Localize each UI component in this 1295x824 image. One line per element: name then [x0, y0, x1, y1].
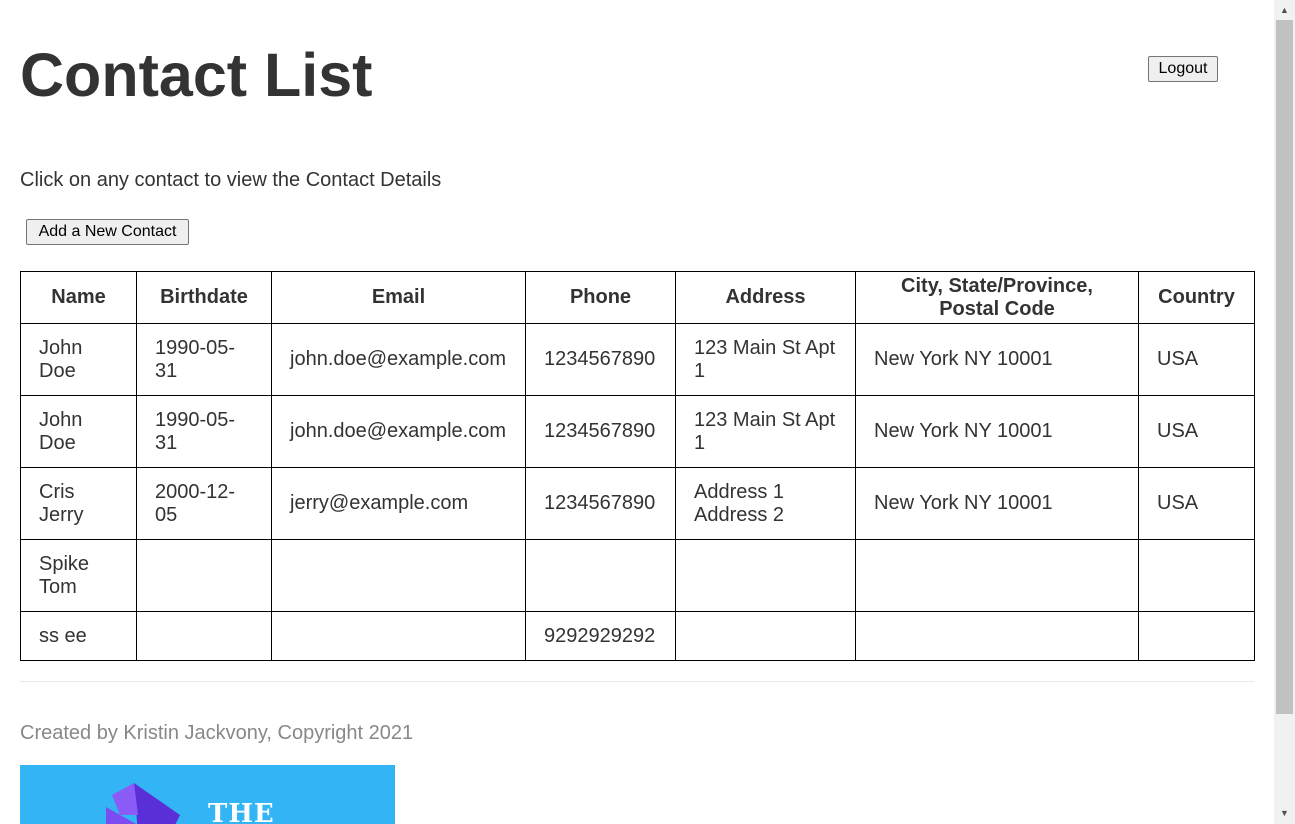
- cell-phone: [525, 539, 676, 612]
- cell-email: [271, 611, 526, 661]
- cell-phone: 1234567890: [525, 467, 676, 540]
- cell-birthdate: 1990-05-31: [136, 323, 272, 396]
- page-title: Contact List: [20, 41, 373, 109]
- cell-email: john.doe@example.com: [271, 395, 526, 468]
- page: Contact List Logout Click on any contact…: [0, 0, 1274, 824]
- logout-button[interactable]: Logout: [1148, 56, 1218, 82]
- footer-divider: [20, 681, 1254, 682]
- cell-country: USA: [1138, 467, 1255, 540]
- header-address: Address: [675, 271, 856, 324]
- cell-address: [675, 611, 856, 661]
- footer-banner: The: [20, 765, 395, 824]
- cell-city-state-postal: [855, 539, 1139, 612]
- cell-name: ss ee: [20, 611, 137, 661]
- header-email: Email: [271, 271, 526, 324]
- vertical-scrollbar[interactable]: ▲ ▼: [1274, 0, 1295, 824]
- instruction-text: Click on any contact to view the Contact…: [20, 169, 442, 191]
- cell-country: USA: [1138, 395, 1255, 468]
- cell-birthdate: 1990-05-31: [136, 395, 272, 468]
- header-phone: Phone: [525, 271, 676, 324]
- scrollbar-thumb[interactable]: [1276, 20, 1293, 714]
- cell-name: John Doe: [20, 395, 137, 468]
- cell-name: Cris Jerry: [20, 467, 137, 540]
- add-contact-button[interactable]: Add a New Contact: [26, 219, 189, 245]
- cell-email: john.doe@example.com: [271, 323, 526, 396]
- cell-name: Spike Tom: [20, 539, 137, 612]
- triangle-up-icon[interactable]: ▲: [1274, 2, 1295, 19]
- triangle-down-icon[interactable]: ▼: [1274, 805, 1295, 822]
- cell-phone: 9292929292: [525, 611, 676, 661]
- cell-birthdate: [136, 539, 272, 612]
- cell-country: [1138, 611, 1255, 661]
- table-row[interactable]: John Doe 1990-05-31 john.doe@example.com…: [20, 395, 1255, 468]
- table-row[interactable]: Cris Jerry 2000-12-05 jerry@example.com …: [20, 467, 1255, 540]
- header-name: Name: [20, 271, 137, 324]
- cell-email: jerry@example.com: [271, 467, 526, 540]
- cell-city-state-postal: New York NY 10001: [855, 395, 1139, 468]
- cell-city-state-postal: New York NY 10001: [855, 467, 1139, 540]
- header-country: Country: [1138, 271, 1255, 324]
- header-city-state-postal: City, State/Province, Postal Code: [855, 271, 1139, 324]
- table-row[interactable]: Spike Tom: [20, 539, 1255, 612]
- cell-address: 123 Main St Apt 1: [675, 323, 856, 396]
- footer-copyright: Created by Kristin Jackvony, Copyright 2…: [20, 722, 414, 744]
- cell-phone: 1234567890: [525, 323, 676, 396]
- cell-address: 123 Main St Apt 1: [675, 395, 856, 468]
- cell-address: [675, 539, 856, 612]
- table-row[interactable]: John Doe 1990-05-31 john.doe@example.com…: [20, 323, 1255, 396]
- cell-phone: 1234567890: [525, 395, 676, 468]
- cell-country: USA: [1138, 323, 1255, 396]
- cell-city-state-postal: [855, 611, 1139, 661]
- contact-table: Name Birthdate Email Phone Address City,…: [20, 271, 1255, 661]
- cell-name: John Doe: [20, 323, 137, 396]
- cell-birthdate: [136, 611, 272, 661]
- cell-birthdate: 2000-12-05: [136, 467, 272, 540]
- header-birthdate: Birthdate: [136, 271, 272, 324]
- table-header-row: Name Birthdate Email Phone Address City,…: [20, 271, 1255, 324]
- cell-city-state-postal: New York NY 10001: [855, 323, 1139, 396]
- banner-word: The: [208, 799, 275, 824]
- cell-country: [1138, 539, 1255, 612]
- cell-address: Address 1 Address 2: [675, 467, 856, 540]
- table-row[interactable]: ss ee 9292929292: [20, 611, 1255, 661]
- cell-email: [271, 539, 526, 612]
